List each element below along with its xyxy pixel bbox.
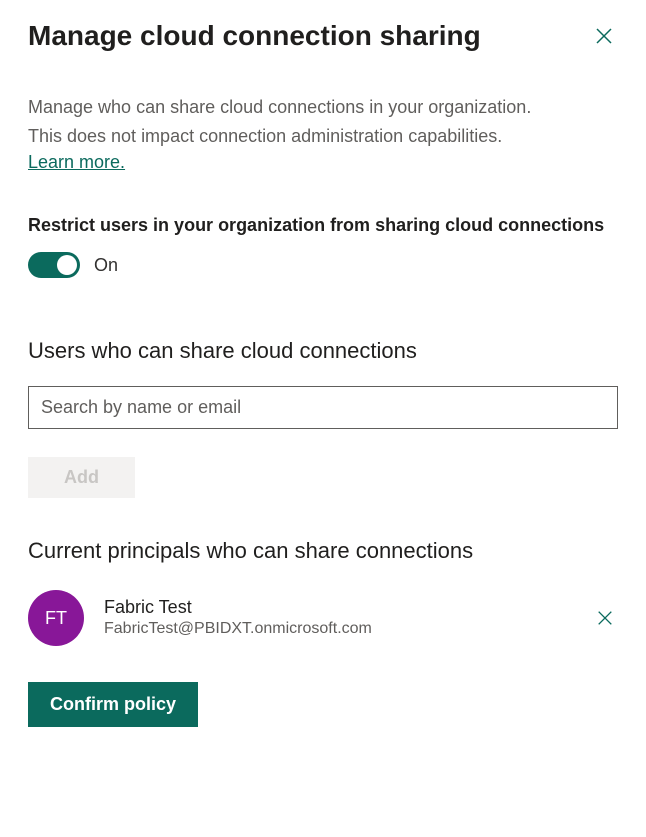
close-icon <box>594 26 614 46</box>
add-button[interactable]: Add <box>28 457 135 498</box>
close-icon <box>596 609 614 627</box>
close-button[interactable] <box>590 22 618 50</box>
users-section-heading: Users who can share cloud connections <box>28 338 618 364</box>
principal-name: Fabric Test <box>104 596 572 619</box>
toggle-state-label: On <box>94 255 118 276</box>
restrict-toggle-row: On <box>28 252 618 278</box>
remove-principal-button[interactable] <box>592 605 618 631</box>
confirm-policy-button[interactable]: Confirm policy <box>28 682 198 727</box>
principal-email: FabricTest@PBIDXT.onmicrosoft.com <box>104 619 572 640</box>
description-line-2: This does not impact connection administ… <box>28 123 618 150</box>
restrict-label: Restrict users in your organization from… <box>28 213 618 238</box>
dialog-header: Manage cloud connection sharing <box>28 20 618 52</box>
principal-row: FT Fabric Test FabricTest@PBIDXT.onmicro… <box>28 590 618 646</box>
description-line-1: Manage who can share cloud connections i… <box>28 94 618 121</box>
dialog-title: Manage cloud connection sharing <box>28 20 481 52</box>
principal-info: Fabric Test FabricTest@PBIDXT.onmicrosof… <box>104 596 572 640</box>
principals-section-heading: Current principals who can share connect… <box>28 538 618 564</box>
learn-more-link[interactable]: Learn more. <box>28 152 125 173</box>
restrict-toggle[interactable] <box>28 252 80 278</box>
search-input[interactable] <box>28 386 618 429</box>
toggle-knob <box>57 255 77 275</box>
avatar: FT <box>28 590 84 646</box>
